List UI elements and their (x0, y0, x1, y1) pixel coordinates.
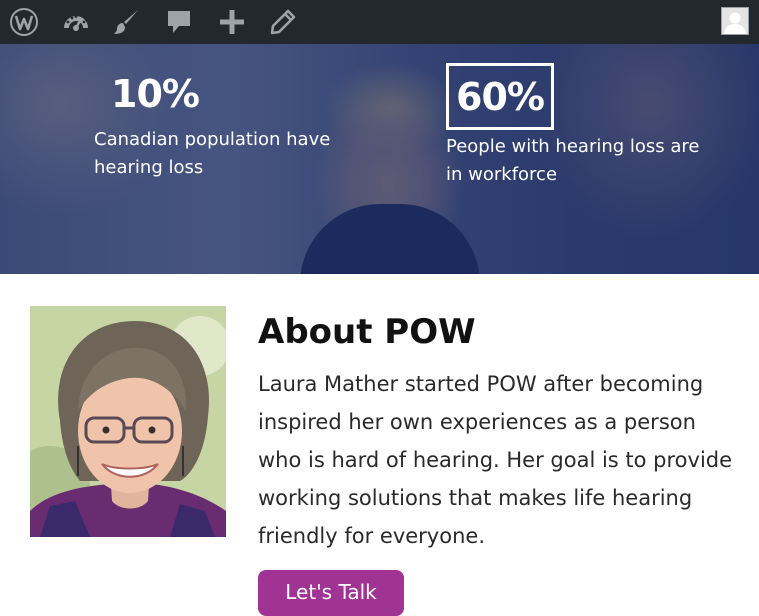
stat-workforce: 60% People with hearing loss are in work… (446, 63, 706, 189)
wordpress-icon[interactable] (7, 5, 41, 39)
hero-banner: 10% Canadian population have hearing los… (0, 44, 759, 274)
new-content-icon[interactable] (215, 5, 249, 39)
edit-icon[interactable] (266, 5, 300, 39)
admin-bar (0, 0, 759, 44)
lets-talk-button[interactable]: Let's Talk (258, 570, 404, 616)
stat-value-box: 60% (446, 63, 554, 130)
lets-talk-label: Let's Talk (285, 580, 377, 604)
stat-label: People with hearing loss are in workforc… (446, 136, 700, 185)
about-title: About POW (258, 312, 476, 352)
customize-icon[interactable] (110, 5, 144, 39)
stat-value: 10% (111, 72, 200, 116)
user-avatar[interactable] (721, 7, 749, 35)
stat-value: 60% (456, 74, 545, 119)
stat-label: Canadian population have hearing loss (94, 129, 331, 178)
stat-canadian-population: 10% Canadian population have hearing los… (94, 72, 334, 182)
comments-icon[interactable] (162, 5, 196, 39)
about-description: Laura Mather started POW after becoming … (258, 372, 733, 548)
dashboard-icon[interactable] (59, 5, 93, 39)
founder-portrait (30, 306, 226, 537)
